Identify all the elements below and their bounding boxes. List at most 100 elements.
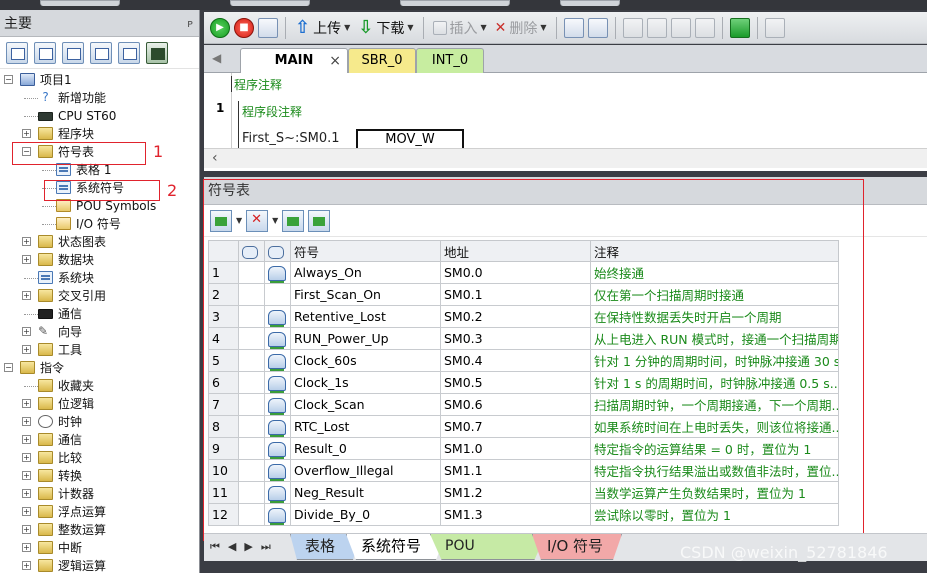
folder-icon xyxy=(38,253,53,266)
expand-icon[interactable]: + xyxy=(22,471,31,480)
tree-item[interactable]: + 位逻辑 xyxy=(0,395,199,413)
tree-item[interactable]: + 浮点运算 xyxy=(0,503,199,521)
tree-connector xyxy=(42,206,56,207)
tree-item[interactable]: + 计数器 xyxy=(0,485,199,503)
expand-icon[interactable]: + xyxy=(22,399,31,408)
tree-item[interactable]: I/O 符号 xyxy=(0,215,199,233)
expand-icon[interactable]: + xyxy=(22,237,31,246)
close-icon[interactable]: × xyxy=(329,49,341,73)
insert-icon xyxy=(432,20,447,35)
network-comment[interactable]: 程序段注释 xyxy=(242,103,302,120)
expand-icon[interactable]: + xyxy=(22,507,31,516)
tree-item[interactable]: − 指令 xyxy=(0,359,199,377)
chevron-down-icon[interactable]: ▼ xyxy=(344,23,350,32)
stop-icon[interactable]: ■ xyxy=(234,17,254,38)
box-icon[interactable] xyxy=(622,17,643,38)
form-icon[interactable] xyxy=(118,41,140,64)
network-alt-icon[interactable] xyxy=(587,17,608,38)
tree-item[interactable]: + 逻辑运算 xyxy=(0,557,199,573)
insert-label: 插入 xyxy=(449,20,478,37)
upload-button[interactable]: ⇧ 上传 ▼ xyxy=(293,16,352,40)
tree-item-label: 项目1 xyxy=(40,73,72,87)
folder-icon xyxy=(38,541,53,554)
tree-item[interactable]: + 时钟 xyxy=(0,413,199,431)
power-rail xyxy=(238,101,239,149)
tree-item[interactable]: + 转换 xyxy=(0,467,199,485)
tree-item[interactable]: + 交叉引用 xyxy=(0,287,199,305)
compile-icon[interactable] xyxy=(258,17,278,38)
tab-navigation[interactable]: ⏮◀▶⏭ xyxy=(210,540,279,554)
document-icon[interactable] xyxy=(62,41,84,64)
tab-main[interactable]: MAIN × xyxy=(240,48,348,73)
tab-int-0[interactable]: INT_0 xyxy=(416,48,484,73)
communication-icon[interactable] xyxy=(146,41,168,64)
tree-item[interactable]: + 工具 xyxy=(0,341,199,359)
tree-item[interactable]: + ✎ 向导 xyxy=(0,323,199,341)
expand-icon[interactable]: + xyxy=(22,417,31,426)
expand-icon[interactable]: + xyxy=(22,489,31,498)
download-button[interactable]: ⇩ 下载 ▼ xyxy=(356,16,415,40)
pin-icon[interactable]: ᴘ xyxy=(187,17,193,30)
chevron-down-icon[interactable]: ▼ xyxy=(481,23,487,32)
expand-icon[interactable]: + xyxy=(22,327,31,336)
main-toolbar: ▶ ■ ⇧ 上传 ▼ ⇩ 下载 ▼ 插入 ▼ ✕ 删除 ▼ xyxy=(204,12,927,44)
tree-item-label: 浮点运算 xyxy=(58,505,107,519)
highlight-box-1 xyxy=(12,142,146,165)
tree-item[interactable]: ? 新增功能 xyxy=(0,89,199,107)
tree-item[interactable]: 系统块 xyxy=(0,269,199,287)
tab-io-symbols[interactable]: I/O 符号 xyxy=(532,534,622,560)
contact-label[interactable]: First_S~:SM0.1 xyxy=(242,131,340,146)
expand-icon[interactable]: + xyxy=(22,525,31,534)
top-strip xyxy=(0,0,927,10)
tree-item[interactable]: + 通信 xyxy=(0,431,199,449)
tree-item[interactable]: CPU ST60 xyxy=(0,107,199,125)
scroll-left-icon[interactable]: ‹ xyxy=(212,150,218,166)
tree-item[interactable]: + 程序块 xyxy=(0,125,199,143)
mov-instruction-box[interactable]: MOV_W xyxy=(356,129,464,149)
expand-icon[interactable]: + xyxy=(22,435,31,444)
delete-button[interactable]: ✕ 删除 ▼ xyxy=(493,16,549,40)
chevron-down-icon[interactable]: ▼ xyxy=(407,23,413,32)
insert-button[interactable]: 插入 ▼ xyxy=(431,16,489,40)
forward-icon[interactable] xyxy=(670,17,691,38)
tree-item[interactable]: + 整数运算 xyxy=(0,521,199,539)
network-icon[interactable] xyxy=(563,17,584,38)
folder-icon xyxy=(38,505,53,518)
collapse-icon[interactable]: − xyxy=(4,75,13,84)
expand-icon[interactable]: + xyxy=(22,291,31,300)
help-icon: ? xyxy=(42,90,49,104)
panel-header: 主要 ᴘ xyxy=(0,10,199,37)
view-icon[interactable] xyxy=(6,41,28,64)
clear-icon[interactable] xyxy=(694,17,715,38)
toolbar-separator xyxy=(756,16,758,39)
tab-scroll-left-icon[interactable]: ◀ xyxy=(212,51,221,65)
expand-icon[interactable]: + xyxy=(22,543,31,552)
tree-item[interactable]: 收藏夹 xyxy=(0,377,199,395)
tree-item[interactable]: + 中断 xyxy=(0,539,199,557)
expand-icon[interactable]: + xyxy=(22,345,31,354)
tree-item[interactable]: − 项目1 xyxy=(0,71,199,89)
table-icon[interactable] xyxy=(34,41,56,64)
run-icon[interactable]: ▶ xyxy=(210,17,230,38)
tab-system-symbols[interactable]: 系统符号 xyxy=(346,534,446,560)
list-icon[interactable] xyxy=(90,41,112,64)
back-icon[interactable] xyxy=(646,17,667,38)
horizontal-scrollbar[interactable]: ‹ xyxy=(204,148,927,168)
chevron-down-icon[interactable]: ▼ xyxy=(540,23,546,32)
tab-sbr-0[interactable]: SBR_0 xyxy=(348,48,416,73)
expand-icon[interactable]: + xyxy=(22,561,31,570)
expand-icon[interactable]: + xyxy=(22,255,31,264)
collapse-icon[interactable]: − xyxy=(4,363,13,372)
program-comment[interactable]: 程序注释 xyxy=(230,76,282,93)
tree-item[interactable]: + 数据块 xyxy=(0,251,199,269)
pou-icon xyxy=(56,217,71,230)
expand-icon[interactable]: + xyxy=(22,453,31,462)
tab-pou-symbols[interactable]: POU Symbols xyxy=(430,534,546,560)
exit-icon[interactable] xyxy=(729,17,750,38)
toolbar-separator xyxy=(614,16,616,39)
lock-icon[interactable] xyxy=(764,17,785,38)
tree-item[interactable]: + 状态图表 xyxy=(0,233,199,251)
expand-icon[interactable]: + xyxy=(22,129,31,138)
tree-item[interactable]: + 比较 xyxy=(0,449,199,467)
tree-item[interactable]: 通信 xyxy=(0,305,199,323)
